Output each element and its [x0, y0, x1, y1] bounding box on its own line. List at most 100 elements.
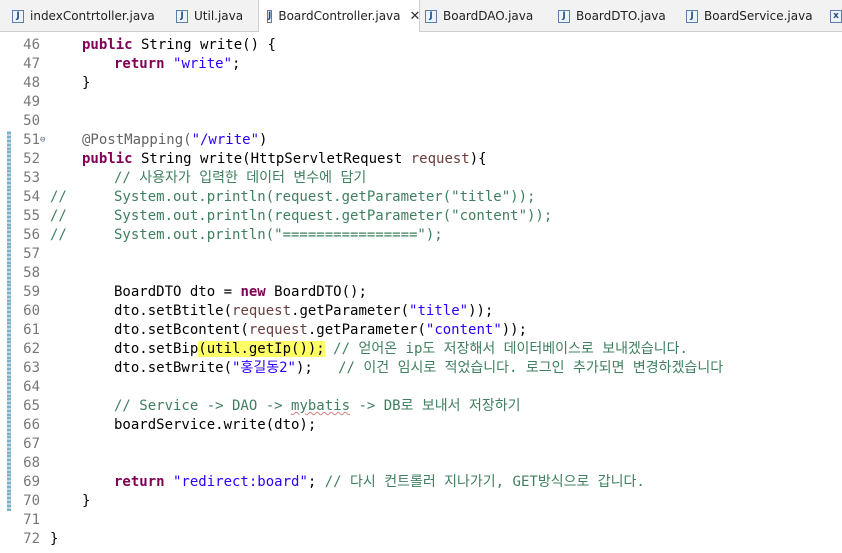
code-fragment: dto.setBwrite(: [114, 360, 233, 376]
line-number: 68: [23, 455, 40, 471]
java-file-icon: J: [558, 9, 570, 23]
line-number: 57: [23, 246, 40, 262]
code-fragment: dto.setBtitle(: [114, 303, 233, 319]
code-fragment: ));: [468, 303, 494, 319]
comment: System.out.println("================");: [114, 227, 443, 243]
code-line-50: 50: [0, 112, 842, 131]
editor-tab-bar: J indexContrtoller.java J Util.java J Bo…: [0, 0, 842, 32]
tab-boarddto[interactable]: J BoardDTO.java: [558, 0, 666, 32]
code-text: return "write";: [114, 55, 240, 74]
fold-collapse-icon[interactable]: ⊖: [40, 135, 45, 145]
code-line-66: 66 boardService.write(dto);: [0, 416, 842, 435]
code-line-51: 51 ⊖ @PostMapping("/write"): [0, 131, 842, 150]
line-number: 66: [23, 417, 40, 433]
code-line-53: 53 // 사용자가 입력한 데이터 변수에 담기: [0, 169, 842, 188]
line-number: 63: [23, 360, 40, 376]
tab-boarddao[interactable]: J BoardDAO.java: [425, 0, 533, 32]
code-line-67: 67: [0, 435, 842, 454]
line-number: 70: [23, 493, 40, 509]
parameter: request: [248, 322, 308, 338]
line-number: 71: [23, 512, 40, 528]
code-line-55: 55 // System.out.println(request.getPara…: [0, 207, 842, 226]
line-number: 50: [23, 113, 40, 129]
tab-label: BoardDTO.java: [576, 9, 666, 23]
code-fragment: .getParameter(: [307, 322, 426, 338]
keyword: public: [82, 37, 133, 53]
tab-boardcontroller[interactable]: J BoardController.java ✕: [258, 0, 420, 32]
line-number: 47: [23, 56, 40, 72]
code-text: BoardDTO dto = new BoardDTO();: [114, 283, 367, 302]
code-line-61: 61 dto.setBcontent(request.getParameter(…: [0, 321, 842, 340]
code-fragment: ){: [469, 151, 487, 167]
parameter: request: [410, 151, 470, 167]
code-line-48: 48 }: [0, 74, 842, 93]
code-line-63: 63 dto.setBwrite("홍길동2"); // 이건 임시로 적었습니…: [0, 359, 842, 378]
line-number: 49: [23, 94, 40, 110]
code-text: dto.setBip(util.getIp()); // 얻어온 ip도 저장해…: [114, 340, 688, 359]
string-literal: "redirect:board": [164, 474, 308, 490]
comment: // 다시 컨트롤러 지나가기, GET방식으로 갑니다.: [316, 474, 645, 490]
code-line-54: 54 // System.out.println(request.getPara…: [0, 188, 842, 207]
code-line-68: 68: [0, 454, 842, 473]
comment-marker: //: [50, 189, 67, 205]
parameter: request: [232, 303, 292, 319]
code-text: @PostMapping("/write"): [82, 131, 267, 150]
code-line-47: 47 return "write";: [0, 55, 842, 74]
code-line-69: 69 return "redirect:board"; // 다시 컨트롤러 지…: [0, 473, 842, 492]
line-number: 54: [23, 189, 40, 205]
code-text: dto.setBcontent(request.getParameter("co…: [114, 321, 527, 340]
comment: System.out.println(request.getParameter(…: [114, 189, 536, 205]
code-fragment: ): [259, 132, 268, 148]
tab-overflow[interactable]: x: [830, 0, 842, 32]
line-number: 59: [23, 284, 40, 300]
comment: // 사용자가 입력한 데이터 변수에 담기: [114, 170, 367, 186]
xml-file-icon: x: [830, 9, 842, 23]
java-file-icon: J: [12, 9, 24, 23]
java-file-icon: J: [425, 9, 437, 23]
comment: // Service -> DAO -> mybatis -> DB로 보내서 …: [114, 397, 521, 416]
comment-marker: //: [50, 208, 67, 224]
tab-label: Util.java: [194, 9, 244, 23]
code-fragment: dto.setBip: [114, 341, 199, 357]
tab-indexcontroller[interactable]: J indexContrtoller.java: [12, 0, 155, 32]
code-text: dto.setBtitle(request.getParameter("titl…: [114, 302, 493, 321]
code-text: return "redirect:board"; // 다시 컨트롤러 지나가기…: [114, 473, 645, 492]
tab-boardservice[interactable]: J BoardService.java: [686, 0, 813, 32]
code-text: }: [82, 493, 91, 509]
tab-label: BoardController.java: [278, 9, 401, 23]
line-number: 52: [23, 151, 40, 167]
comment: // 이건 임시로 적었습니다. 로그인 추가되면 변경하겠습니다: [312, 360, 724, 376]
line-number: 58: [23, 265, 40, 281]
code-line-56: 56 // System.out.println("==============…: [0, 226, 842, 245]
tab-label: BoardDAO.java: [443, 9, 534, 23]
line-number: 56: [23, 227, 40, 243]
code-line-64: 64: [0, 378, 842, 397]
tab-util[interactable]: J Util.java: [176, 0, 243, 32]
tab-label: BoardService.java: [704, 9, 813, 23]
spellcheck-word: mybatis: [291, 398, 351, 414]
code-line-58: 58: [0, 264, 842, 283]
line-number: 69: [23, 474, 40, 490]
code-line-70: 70 }: [0, 492, 842, 511]
code-editor[interactable]: 46 public String write() { 47 return "wr…: [0, 33, 842, 553]
line-number: 67: [23, 436, 40, 452]
close-icon[interactable]: ✕: [410, 9, 421, 24]
code-fragment: );: [295, 360, 313, 376]
comment-fragment: -> DB로 보내서 저장하기: [350, 398, 521, 414]
string-literal: "content": [425, 322, 502, 338]
tab-label: indexContrtoller.java: [30, 9, 155, 23]
java-file-icon: J: [686, 9, 698, 23]
code-text: public String write(HttpServletRequest r…: [82, 150, 487, 169]
code-text: public String write() {: [82, 36, 276, 55]
comment-fragment: // Service -> DAO ->: [114, 398, 292, 414]
string-literal: "write": [173, 56, 233, 72]
code-line-49: 49: [0, 93, 842, 112]
code-fragment: ;: [232, 56, 241, 72]
line-number: 65: [23, 398, 40, 414]
string-literal: "/write": [191, 132, 260, 148]
code-line-62: 62 dto.setBip(util.getIp()); // 얻어온 ip도 …: [0, 340, 842, 359]
code-text: boardService.write(dto);: [114, 417, 317, 433]
code-line-60: 60 dto.setBtitle(request.getParameter("t…: [0, 302, 842, 321]
highlighted-expression: (util.getIp());: [198, 341, 325, 357]
keyword: public: [82, 151, 133, 167]
